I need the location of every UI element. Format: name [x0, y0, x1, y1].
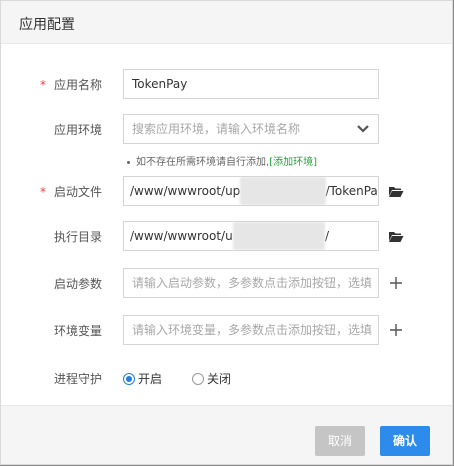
- label-app-env: 应用环境: [53, 123, 102, 137]
- add-env-link[interactable]: [添加环境]: [269, 157, 317, 168]
- folder-open-icon[interactable]: [388, 183, 404, 199]
- radio-checked-icon[interactable]: [123, 372, 135, 385]
- row-startup-file: * 启动文件 /www/wwwroot/upxxxxxxxxxxxx/Token…: [1, 176, 452, 206]
- exec-dir-prefix: /www/wwwroot/u: [130, 229, 233, 243]
- startup-file-redacted: xxxxxxxxxxxx: [240, 177, 326, 205]
- cancel-button[interactable]: 取消: [315, 426, 365, 456]
- daemon-off-label: 关闭: [207, 372, 232, 386]
- label-env-vars: 环境变量: [53, 324, 102, 338]
- dialog-footer: 取消 确认: [1, 405, 452, 464]
- label-app-name: 应用名称: [53, 78, 102, 92]
- row-startup-params: 启动参数 请输入启动参数，多参数点击添加按钮，选填: [1, 268, 452, 298]
- dialog-titlebar: 应用配置: [1, 1, 452, 44]
- daemon-on-label: 开启: [138, 372, 163, 386]
- row-exec-dir: 执行目录 /www/wwwroot/uxxxxxxxxxxxxx/: [1, 221, 452, 251]
- radio-unchecked-icon[interactable]: [192, 372, 204, 385]
- row-app-name: * 应用名称 TokenPay: [1, 69, 452, 99]
- startup-file-input[interactable]: /www/wwwroot/upxxxxxxxxxxxx/TokenPay: [123, 176, 379, 206]
- daemon-radio-off[interactable]: 关闭: [192, 370, 231, 387]
- startup-file-prefix: /www/wwwroot/up: [130, 184, 241, 198]
- env-vars-input[interactable]: 请输入环境变量，多参数点击添加按钮，选填: [123, 315, 379, 345]
- row-daemon: 进程守护 开启 关闭: [1, 363, 452, 393]
- row-app-env: 应用环境 搜索应用环境，请输入环境名称: [1, 114, 452, 144]
- chevron-down-icon[interactable]: [356, 123, 370, 135]
- dialog-title: 应用配置: [19, 17, 75, 33]
- bullet-icon: [127, 160, 130, 164]
- confirm-button[interactable]: 确认: [380, 426, 430, 456]
- label-exec-dir: 执行目录: [53, 230, 102, 244]
- folder-open-icon[interactable]: [388, 228, 404, 244]
- exec-dir-input[interactable]: /www/wwwroot/uxxxxxxxxxxxxx/: [123, 221, 379, 251]
- startup-params-input[interactable]: 请输入启动参数，多参数点击添加按钮，选填: [123, 268, 379, 298]
- plus-icon[interactable]: [388, 322, 404, 338]
- daemon-radio-on[interactable]: 开启: [123, 370, 162, 387]
- label-startup-params: 启动参数: [53, 277, 102, 291]
- label-daemon: 进程守护: [53, 372, 102, 386]
- app-env-placeholder: 搜索应用环境，请输入环境名称: [132, 122, 301, 136]
- app-env-select[interactable]: 搜索应用环境，请输入环境名称: [123, 114, 379, 144]
- label-startup-file: 启动文件: [53, 185, 102, 199]
- exec-dir-redacted: xxxxxxxxxxxxx: [232, 222, 326, 250]
- env-hint-text: 如不存在所需环境请自行添加,: [136, 157, 270, 168]
- startup-file-suffix: /TokenPay: [325, 184, 379, 198]
- env-hint: 如不存在所需环境请自行添加,[添加环境]: [127, 153, 317, 168]
- app-name-input[interactable]: TokenPay: [123, 69, 379, 99]
- required-marker: *: [40, 185, 46, 199]
- app-config-dialog: 应用配置 * 应用名称 TokenPay 应用环境 搜索应用环境，请输入环境名称…: [0, 0, 453, 465]
- exec-dir-suffix: /: [325, 229, 330, 243]
- required-marker: *: [40, 78, 46, 92]
- plus-icon[interactable]: [388, 275, 404, 291]
- row-env-vars: 环境变量 请输入环境变量，多参数点击添加按钮，选填: [1, 315, 452, 345]
